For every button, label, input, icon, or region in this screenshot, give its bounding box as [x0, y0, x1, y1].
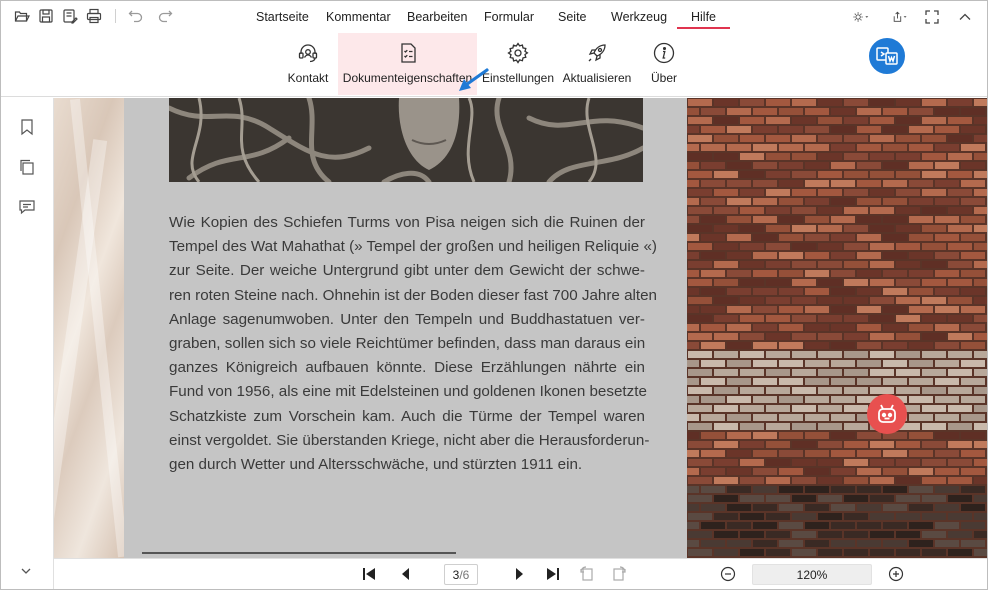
app-window: Startseite Kommentar Bearbeiten Formular…	[0, 0, 988, 590]
contact-label: Kontakt	[287, 71, 329, 85]
left-sidebar	[1, 98, 54, 589]
brick-wall-image	[687, 98, 987, 558]
text-line: ren roten Steine nach. Ohnehin ist der B…	[169, 286, 658, 304]
collapse-ribbon-icon[interactable]	[956, 7, 974, 27]
comments-icon[interactable]	[18, 198, 36, 216]
open-icon[interactable]	[13, 7, 31, 25]
horizontal-scrollbar[interactable]	[142, 552, 456, 554]
current-page: 3	[452, 567, 460, 582]
zoom-in-icon[interactable]	[887, 565, 905, 583]
about-label: Über	[650, 71, 677, 85]
zoom-out-icon[interactable]	[719, 565, 737, 583]
contact-button[interactable]: Kontakt	[285, 33, 331, 95]
rotate-left-icon[interactable]	[578, 565, 596, 583]
headset-icon	[298, 44, 318, 63]
toolbar-separator	[115, 9, 116, 23]
rotate-right-icon[interactable]	[610, 565, 628, 583]
left-background-image	[54, 98, 129, 558]
document-view[interactable]: Wie Kopien des Schiefen Turms von Pisa n…	[54, 98, 987, 558]
page-number-field[interactable]: 3/6	[444, 564, 478, 585]
text-line: Wie Kopien des Schiefen Turms von Pisa n…	[169, 214, 645, 231]
bookmark-icon[interactable]	[18, 118, 36, 136]
update-label: Aktualisieren	[562, 71, 632, 85]
status-bar: 3/6 120%	[54, 558, 987, 589]
pdf-page: Wie Kopien des Schiefen Turms von Pisa n…	[124, 98, 687, 558]
body-text: Wie Kopien des Schiefen Turms von Pisa n…	[169, 211, 658, 477]
print-icon[interactable]	[85, 7, 103, 25]
text-line: Anlage sagenumwoben. Unter den Tempeln u…	[169, 310, 645, 328]
fullscreen-icon[interactable]	[923, 7, 941, 27]
theme-icon[interactable]	[847, 7, 875, 27]
top-bar: Startseite Kommentar Bearbeiten Formular…	[1, 1, 987, 33]
last-page-icon[interactable]	[544, 565, 562, 583]
menu-werkzeug[interactable]: Werkzeug	[611, 10, 667, 24]
menu-seite[interactable]: Seite	[558, 10, 587, 24]
menu-hilfe[interactable]: Hilfe	[691, 10, 716, 24]
temple-roots-photo	[169, 98, 643, 182]
text-line: graben, sollen sich so viele Reichtümer …	[169, 335, 646, 353]
ribbon: Kontakt Dokumenteigenschaften Einstellun…	[1, 33, 987, 97]
update-button[interactable]: Aktualisieren	[560, 33, 634, 95]
save-as-icon[interactable]	[61, 7, 79, 25]
gear-icon	[507, 42, 529, 64]
first-page-icon[interactable]	[360, 565, 378, 583]
zoom-level-field[interactable]: 120%	[752, 564, 872, 585]
text-line: Schatzkiste zum Vorschein kam. Auch die …	[169, 407, 645, 425]
robot-icon	[878, 404, 896, 423]
total-pages: 6	[462, 567, 470, 582]
menu-kommentar[interactable]: Kommentar	[326, 10, 391, 24]
previous-page-icon[interactable]	[397, 565, 415, 583]
pointer-arrow-icon	[459, 68, 489, 91]
info-icon	[653, 42, 675, 64]
share-icon[interactable]	[888, 7, 912, 27]
about-button[interactable]: Über	[646, 33, 682, 95]
chevron-down-icon[interactable]	[18, 563, 34, 579]
text-line: Fund von 1956, als eine mit Edelsteinen …	[169, 383, 647, 401]
convert-word-icon	[876, 47, 898, 65]
text-line: ganzes Königreich aufbauen könnte. Diese…	[169, 359, 645, 377]
text-line: einst vergoldet. Sie überstanden Kriege,…	[169, 431, 650, 449]
text-line: Tempel des Wat Mahathat (» Tempel der gr…	[169, 238, 657, 256]
text-line: gen durch Wetter und Altersschwäche, und…	[169, 456, 583, 474]
next-page-icon[interactable]	[510, 565, 528, 583]
convert-to-word-button[interactable]	[867, 36, 907, 76]
text-line: zur Seite. Der weiche Untergrund gibt un…	[169, 262, 645, 280]
redo-icon[interactable]	[156, 7, 174, 25]
rocket-icon	[588, 44, 606, 62]
save-icon[interactable]	[37, 7, 55, 25]
menu-formular[interactable]: Formular	[484, 10, 534, 24]
thumbnails-icon[interactable]	[18, 158, 36, 176]
undo-icon[interactable]	[127, 7, 145, 25]
document-properties-icon	[400, 43, 416, 63]
menu-bearbeiten[interactable]: Bearbeiten	[407, 10, 467, 24]
document-properties-label: Dokumenteigenschaften	[342, 71, 473, 85]
ai-assistant-button[interactable]	[867, 394, 907, 434]
menu-startseite[interactable]: Startseite	[256, 10, 309, 24]
active-tab-indicator	[677, 27, 730, 29]
